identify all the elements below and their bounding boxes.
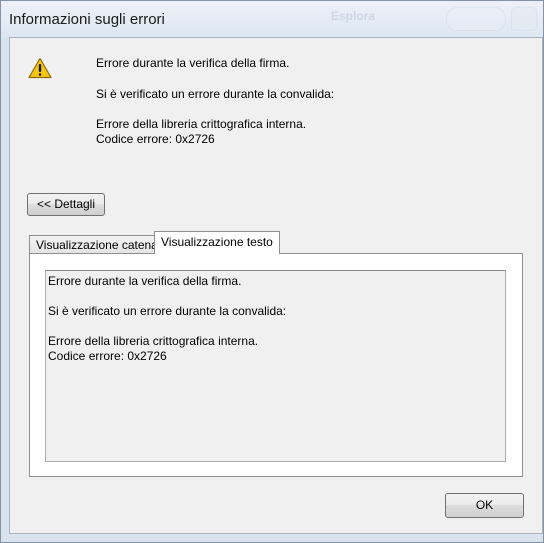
tab-chain-view[interactable]: Visualizzazione catena [29,235,165,254]
details-button[interactable]: << Dettagli [27,193,105,216]
title-bar[interactable]: Informazioni sugli errori Esplora [1,1,543,37]
warning-icon [28,57,52,79]
error-text-box[interactable]: Errore durante la verifica della firma. … [45,270,506,462]
text-line: Errore durante la verifica della firma. [48,274,242,288]
message-line: Errore della libreria crittografica inte… [96,117,307,131]
text-line: Codice errore: 0x2726 [48,349,167,363]
ok-button[interactable]: OK [445,493,524,518]
text-line: Errore della libreria crittografica inte… [48,334,259,348]
background-control [446,7,506,31]
dialog-body: Errore durante la verifica della firma. … [9,37,543,534]
tab-text-view[interactable]: Visualizzazione testo [154,231,280,254]
message-line: Errore durante la verifica della firma. [96,56,290,70]
background-button [511,7,537,31]
message-line: Codice errore: 0x2726 [96,132,215,146]
background-toolbar-label: Esplora [331,9,376,23]
window-title: Informazioni sugli errori [9,11,165,28]
error-info-dialog: Informazioni sugli errori Esplora Errore… [0,0,544,543]
text-line: Si è verificato un errore durante la con… [48,304,287,318]
tab-panel: Errore durante la verifica della firma. … [29,253,523,477]
message-line: Si è verificato un errore durante la con… [96,87,335,101]
